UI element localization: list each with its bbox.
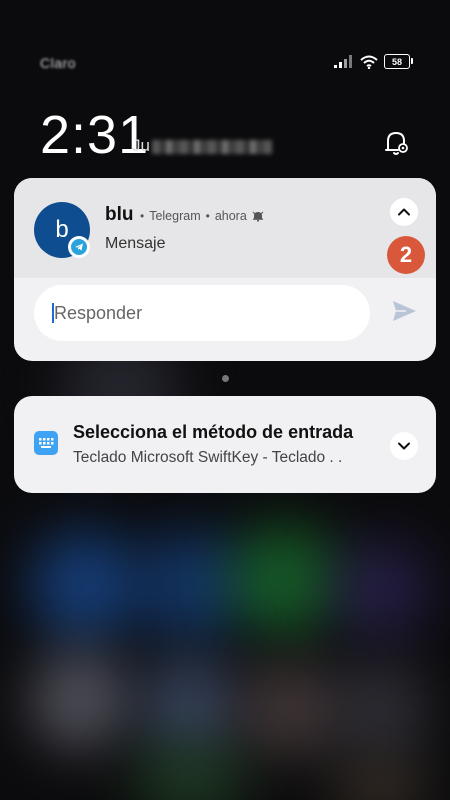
date-redacted: [151, 139, 272, 154]
send-icon[interactable]: [390, 297, 418, 325]
input-method-notification[interactable]: Selecciona el método de entrada Teclado …: [14, 396, 436, 493]
focus-mode-icon[interactable]: [382, 128, 412, 158]
chevron-up-icon: [398, 208, 410, 216]
notification-subtitle: Teclado Microsoft SwiftKey - Teclado . .: [73, 449, 343, 466]
app-name: Telegram: [149, 209, 201, 223]
lock-date: Ju: [132, 136, 272, 156]
date-text: Ju: [132, 136, 150, 155]
collapse-button[interactable]: [390, 198, 418, 226]
telegram-notification[interactable]: b blu • Telegram • ahora Mensaje 2 Respo…: [14, 178, 436, 361]
bell-icon: [252, 211, 264, 222]
notification-meta: • Telegram • ahora: [140, 209, 264, 223]
chevron-down-icon: [398, 442, 410, 450]
notification-header[interactable]: b blu • Telegram • ahora Mensaje 2: [14, 178, 436, 278]
keyboard-icon: [34, 431, 58, 455]
unread-count-badge: 2: [387, 236, 425, 274]
lock-clock: 2:31: [40, 105, 150, 165]
notification-time: ahora: [214, 209, 247, 223]
sender-name: blu: [105, 204, 134, 225]
expand-button[interactable]: [390, 432, 418, 460]
status-bar: Claro 58: [40, 54, 413, 74]
message-preview: Mensaje: [105, 235, 166, 252]
notification-title: Selecciona el método de entrada: [73, 422, 354, 442]
signal-icon: [334, 55, 352, 68]
reply-field[interactable]: [34, 285, 370, 341]
telegram-icon: [68, 236, 90, 258]
battery-icon: 58: [384, 54, 413, 69]
avatar-letter: b: [55, 216, 69, 243]
battery-level: 58: [391, 56, 402, 67]
wifi-icon: [360, 55, 378, 69]
carrier-label: Claro: [40, 55, 76, 71]
reply-input[interactable]: [54, 302, 334, 324]
page-indicator: [222, 375, 229, 382]
